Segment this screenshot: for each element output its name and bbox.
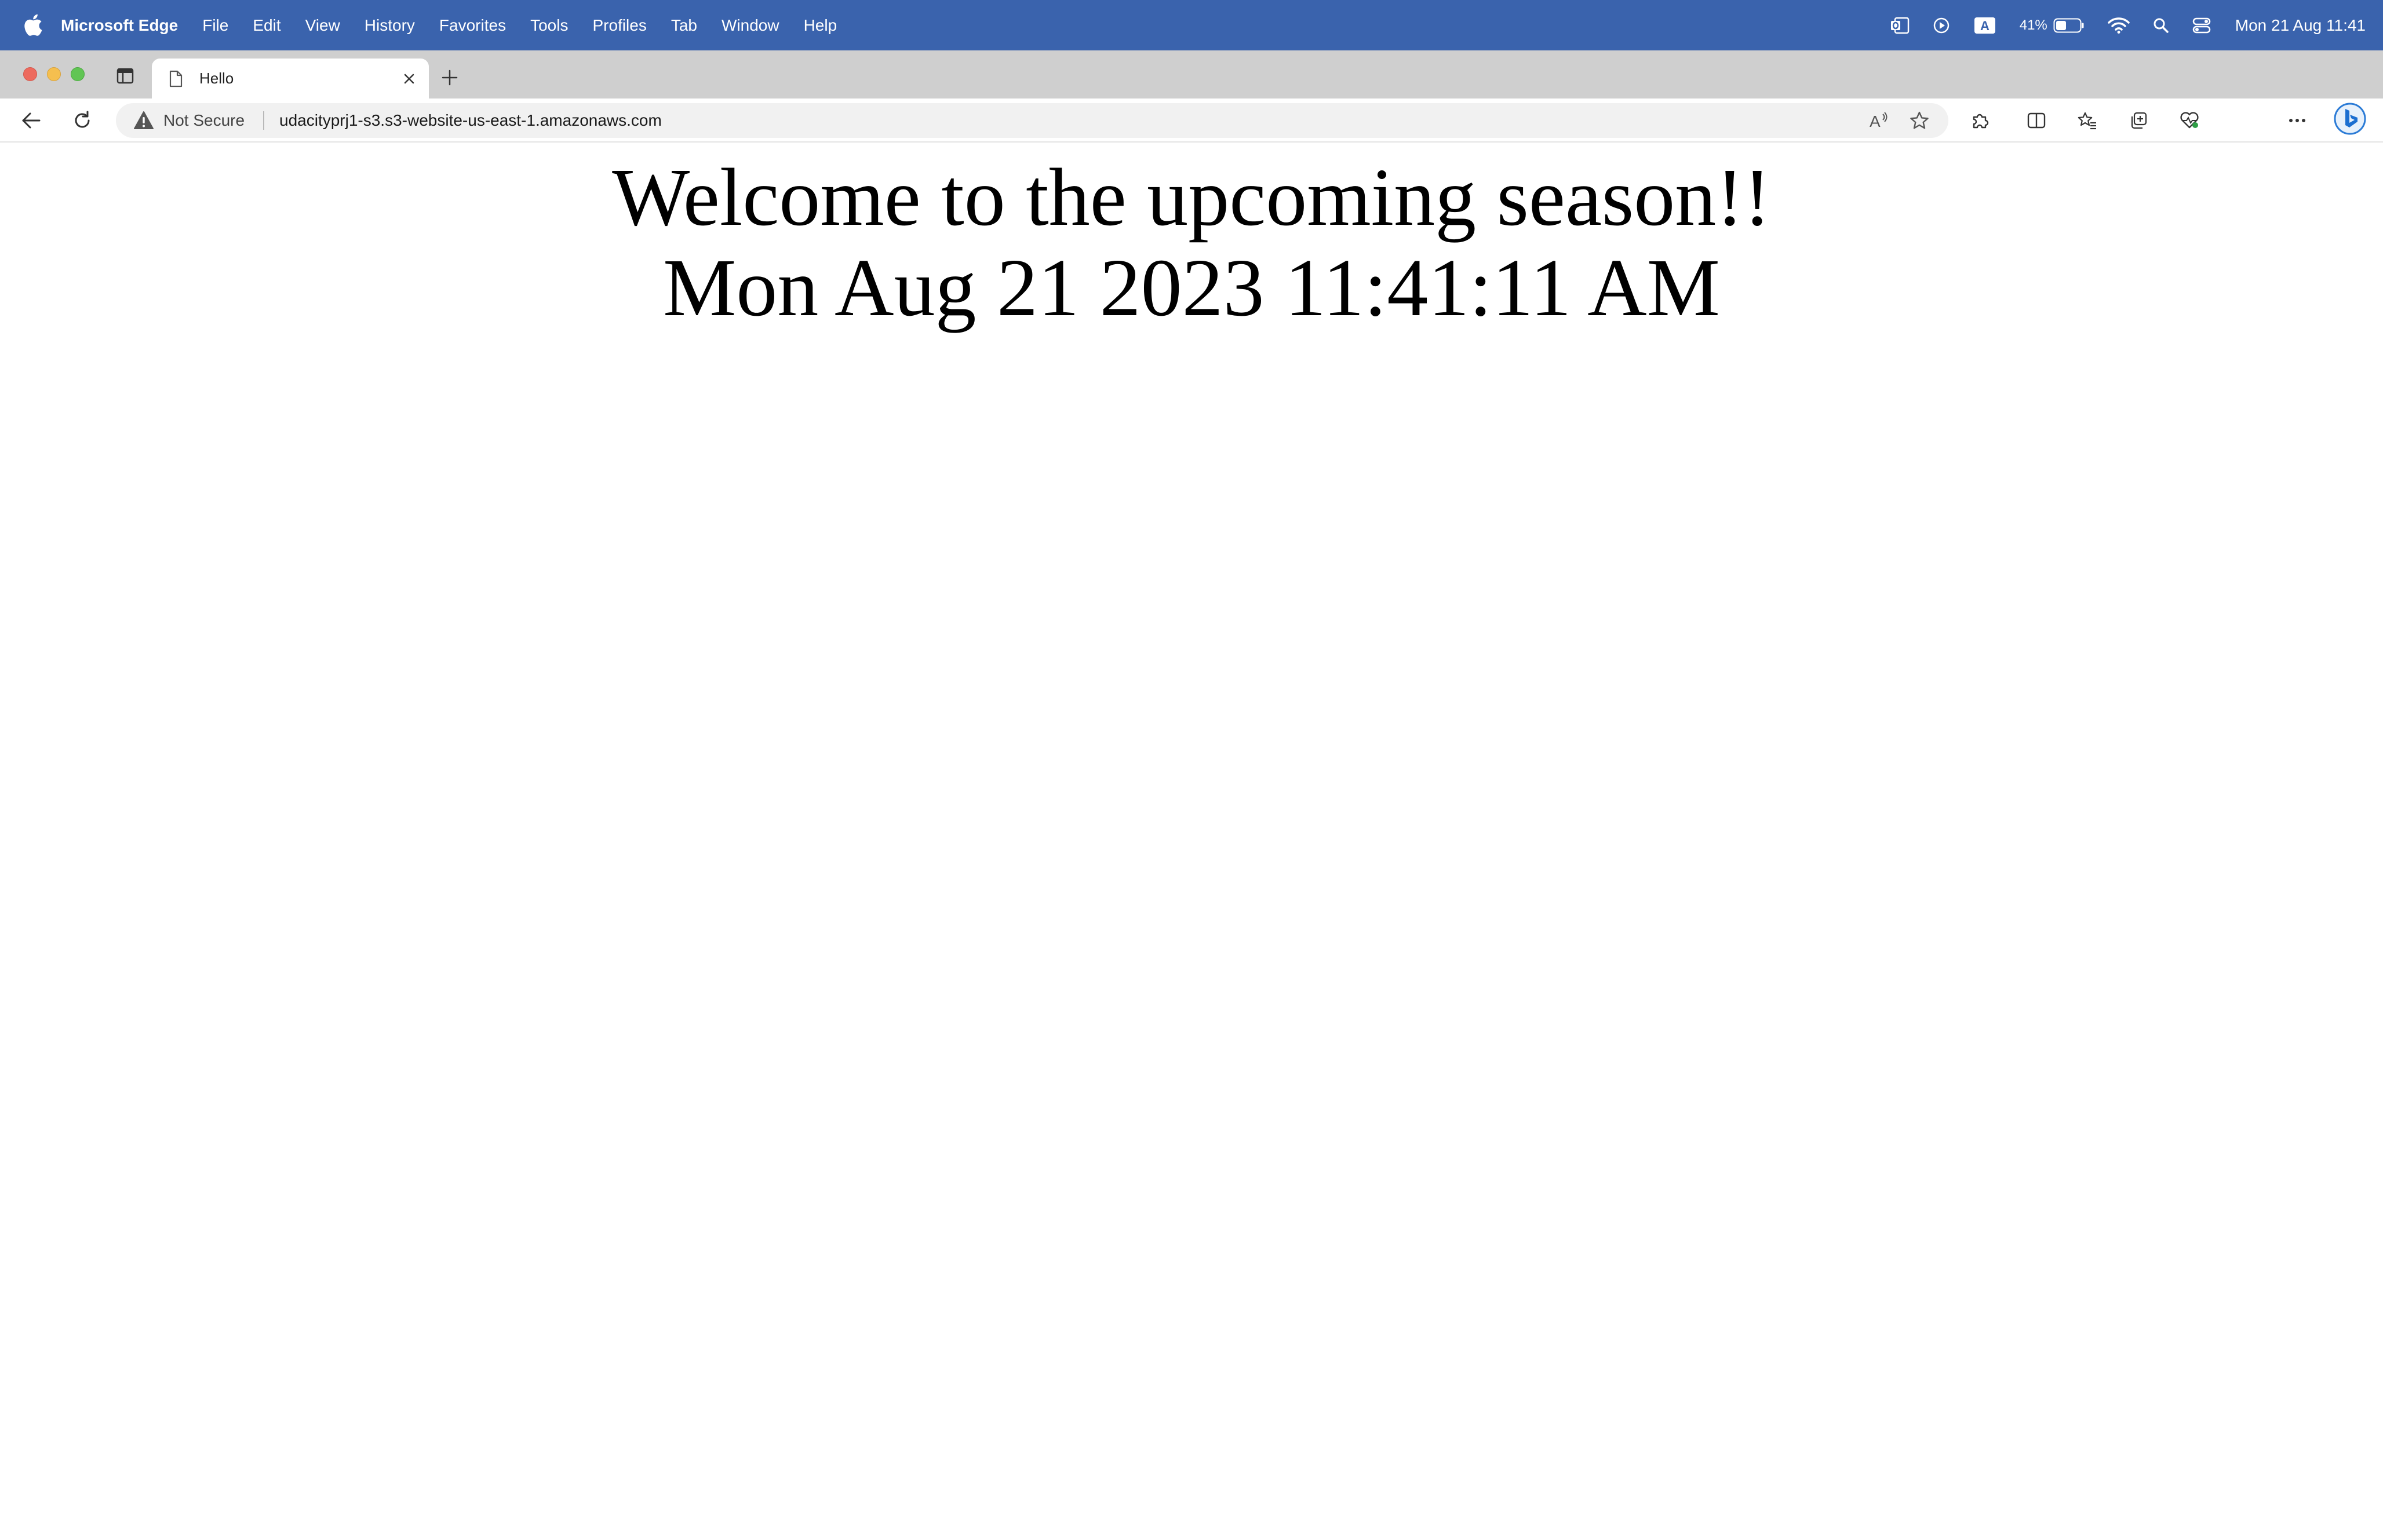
- battery-percent: 41%: [2019, 17, 2047, 33]
- favorites-icon[interactable]: [2075, 108, 2100, 133]
- menu-window[interactable]: Window: [722, 16, 779, 35]
- page-datetime: Mon Aug 21 2023 11:41:11 AM: [663, 242, 1720, 333]
- menubar-clock[interactable]: Mon 21 Aug 11:41: [2235, 16, 2366, 35]
- extensions-icon[interactable]: [1967, 108, 1992, 133]
- tab-strip: Hello: [0, 50, 2383, 98]
- input-source-letter: A: [1980, 19, 1990, 33]
- browser-toolbar: Not Secure udacityprj1-s3.s3-website-us-…: [0, 98, 2383, 231]
- menu-view[interactable]: View: [305, 16, 340, 35]
- window-minimize-button[interactable]: [47, 67, 61, 81]
- collections-icon[interactable]: [2126, 108, 2151, 133]
- menu-tab[interactable]: Tab: [671, 16, 697, 35]
- macos-menu-bar: Microsoft Edge File Edit View History Fa…: [0, 0, 2383, 50]
- outlook-icon[interactable]: [1890, 17, 1910, 34]
- menu-file[interactable]: File: [202, 16, 228, 35]
- menu-profiles[interactable]: Profiles: [592, 16, 646, 35]
- window-close-button[interactable]: [23, 67, 37, 81]
- tab-hello[interactable]: Hello: [152, 59, 429, 98]
- address-divider: [263, 111, 264, 130]
- apple-icon[interactable]: [22, 13, 43, 37]
- input-source-icon[interactable]: A: [1973, 16, 1996, 35]
- bing-icon[interactable]: [2333, 102, 2367, 136]
- address-bar[interactable]: Not Secure udacityprj1-s3.s3-website-us-…: [116, 103, 1948, 138]
- plus-icon[interactable]: [438, 66, 461, 89]
- window-zoom-button[interactable]: [71, 67, 85, 81]
- wifi-icon[interactable]: [2108, 17, 2130, 34]
- read-aloud-icon[interactable]: A: [1867, 109, 1890, 132]
- tab-actions-icon[interactable]: [114, 64, 137, 87]
- battery-icon: [2053, 18, 2084, 32]
- menu-app-name[interactable]: Microsoft Edge: [61, 16, 178, 35]
- refresh-icon[interactable]: [70, 108, 95, 133]
- play-icon[interactable]: [1933, 17, 1950, 34]
- star-icon[interactable]: [1908, 109, 1931, 132]
- spotlight-icon[interactable]: [2153, 17, 2169, 34]
- menu-edit[interactable]: Edit: [253, 16, 280, 35]
- tab-title: Hello: [199, 70, 234, 87]
- page-favicon-icon: [167, 68, 184, 89]
- browser-essentials-icon[interactable]: [2177, 108, 2202, 133]
- status-area: A 41% Mon 21 Aug 11:41: [1867, 0, 2366, 50]
- battery-indicator[interactable]: 41%: [2020, 17, 2085, 34]
- menu-favorites[interactable]: Favorites: [439, 16, 506, 35]
- menu-help[interactable]: Help: [804, 16, 837, 35]
- back-icon[interactable]: [19, 108, 44, 133]
- more-icon[interactable]: [2284, 108, 2310, 133]
- svg-text:A: A: [1870, 112, 1881, 129]
- menu-history[interactable]: History: [365, 16, 415, 35]
- page-heading: Welcome to the upcoming season!!: [612, 151, 1771, 243]
- menu-tools[interactable]: Tools: [530, 16, 568, 35]
- url-field[interactable]: udacityprj1-s3.s3-website-us-east-1.amaz…: [279, 103, 662, 138]
- warning-icon[interactable]: [133, 111, 154, 130]
- security-status-label[interactable]: Not Secure: [163, 103, 245, 138]
- split-screen-icon[interactable]: [2024, 108, 2049, 133]
- close-icon[interactable]: [398, 67, 421, 90]
- page-content: Welcome to the upcoming season!! Mon Aug…: [0, 144, 2383, 1540]
- control-center-icon[interactable]: [2192, 17, 2211, 34]
